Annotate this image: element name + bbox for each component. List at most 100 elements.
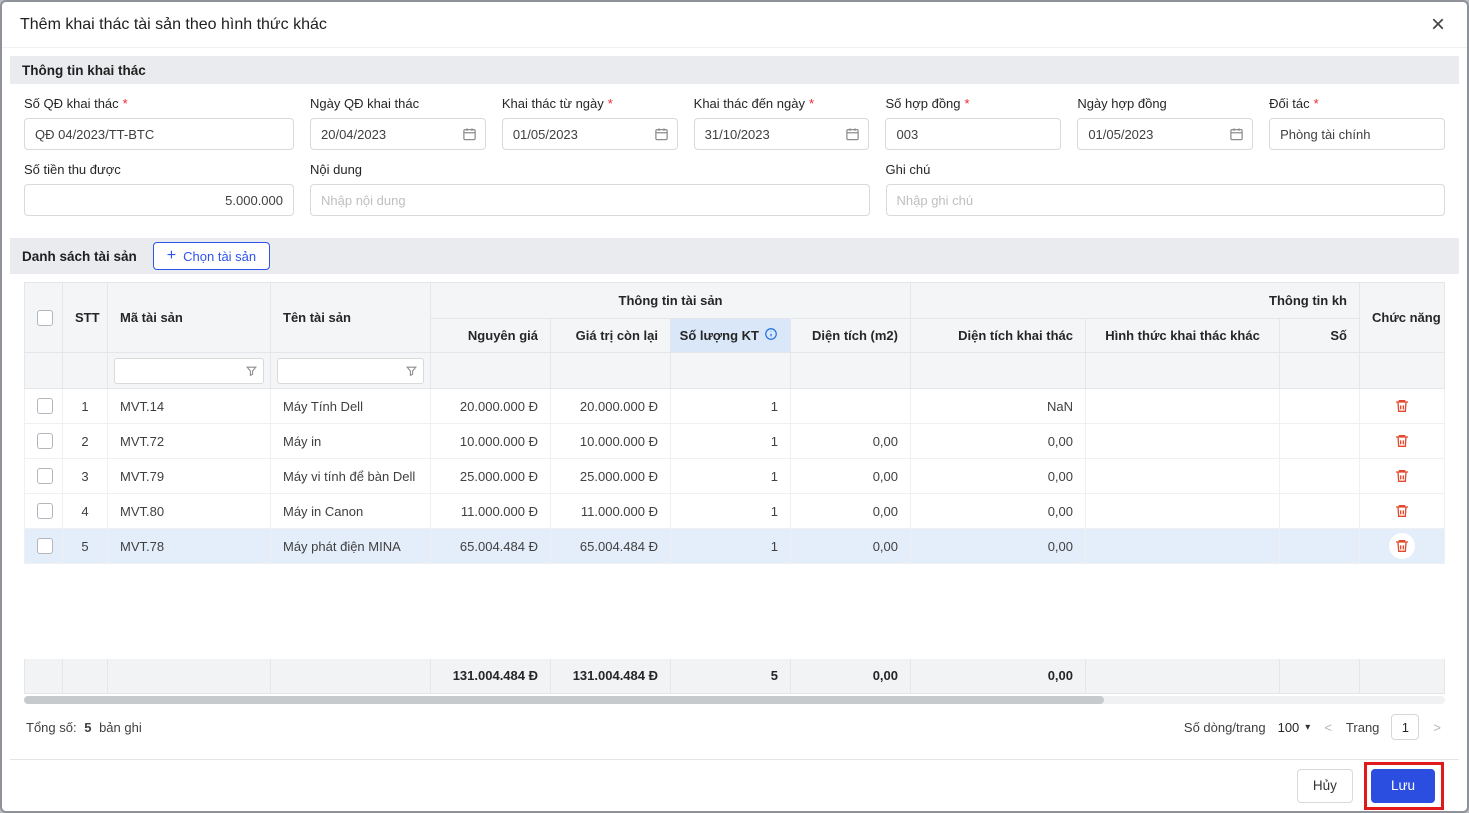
rows-per-page-select[interactable]: 100 ▾ bbox=[1278, 720, 1311, 735]
rows-per-page-label: Số dòng/trang bbox=[1183, 719, 1266, 735]
khai-thac-den-ngay-input[interactable] bbox=[693, 118, 870, 150]
field-label: Ngày QĐ khai thác bbox=[310, 96, 420, 111]
choose-asset-label: Chọn tài sản bbox=[183, 248, 257, 264]
cell-qty: 1 bbox=[670, 388, 791, 424]
cell-name: Máy Tính Dell bbox=[270, 388, 431, 424]
cell-other-form bbox=[1085, 388, 1280, 424]
so-qd-khai-thac-input[interactable] bbox=[24, 118, 294, 150]
info-icon[interactable] bbox=[764, 327, 778, 344]
summary-area: 0,00 bbox=[790, 658, 911, 694]
cell-remaining: 11.000.000 Đ bbox=[550, 493, 671, 529]
section-assets-header: Danh sách tài sản + Chọn tài sản bbox=[10, 238, 1459, 274]
cell-other-form bbox=[1085, 493, 1280, 529]
header-dien-tich-khai-thac: Diện tích khai thác bbox=[910, 318, 1086, 353]
horizontal-scrollbar-thumb[interactable] bbox=[24, 696, 1104, 704]
header-stt: STT bbox=[62, 282, 108, 353]
cell-extra bbox=[1279, 388, 1360, 424]
cell-remaining: 65.004.484 Đ bbox=[550, 528, 671, 564]
row-checkbox[interactable] bbox=[37, 398, 53, 415]
chevron-down-icon: ▾ bbox=[1305, 721, 1311, 733]
cell-exploit-area: 0,00 bbox=[910, 528, 1086, 564]
horizontal-scrollbar-track[interactable] bbox=[24, 696, 1445, 704]
field-label: Nội dung bbox=[310, 162, 363, 177]
group-header-thong-tin-khai-thac: Thông tin kh bbox=[910, 282, 1360, 319]
filter-funnel-icon[interactable] bbox=[245, 364, 258, 377]
field-doi-tac: Đối tác bbox=[1269, 96, 1445, 150]
cell-stt: 4 bbox=[62, 493, 108, 529]
header-ma-tai-san: Mã tài sản bbox=[107, 282, 271, 353]
cell-stt: 5 bbox=[62, 528, 108, 564]
cell-stt: 2 bbox=[62, 423, 108, 459]
cancel-button[interactable]: Hủy bbox=[1296, 768, 1353, 803]
row-checkbox[interactable] bbox=[37, 503, 53, 520]
cell-qty: 1 bbox=[670, 423, 791, 459]
field-label: Số tiền thu được bbox=[24, 162, 121, 177]
doi-tac-input[interactable] bbox=[1269, 118, 1445, 150]
noi-dung-input[interactable] bbox=[310, 184, 870, 216]
modal-footer: Hủy Lưu bbox=[10, 759, 1459, 811]
cell-extra bbox=[1279, 458, 1360, 494]
row-checkbox[interactable] bbox=[37, 433, 53, 450]
cell-cost: 65.004.484 Đ bbox=[430, 528, 551, 564]
filter-ma-tai-san-input[interactable] bbox=[114, 357, 264, 384]
ngay-hop-dong-input[interactable] bbox=[1077, 118, 1254, 150]
filter-ten-tai-san-input[interactable] bbox=[277, 357, 424, 384]
header-so-cut: Số bbox=[1279, 318, 1360, 353]
cell-area: 0,00 bbox=[790, 458, 911, 494]
header-dien-tich: Diện tích (m2) bbox=[790, 318, 911, 353]
field-ghi-chu: Ghi chú bbox=[885, 162, 1445, 216]
header-so-luong-kt-label: Số lượng KT bbox=[679, 328, 759, 343]
so-hop-dong-input[interactable] bbox=[885, 118, 1062, 150]
cell-cost: 10.000.000 Đ bbox=[430, 423, 551, 459]
calendar-icon[interactable] bbox=[462, 127, 477, 142]
calendar-icon[interactable] bbox=[654, 127, 669, 142]
cell-remaining: 10.000.000 Đ bbox=[550, 423, 671, 459]
current-page-box[interactable]: 1 bbox=[1391, 714, 1420, 740]
filter-funnel-icon[interactable] bbox=[405, 364, 418, 377]
calendar-icon[interactable] bbox=[845, 127, 860, 142]
total-records: Tổng số: 5 bản ghi bbox=[26, 720, 142, 735]
plus-icon: + bbox=[166, 247, 177, 264]
cell-qty: 1 bbox=[670, 458, 791, 494]
delete-row-button[interactable] bbox=[1389, 463, 1415, 489]
header-chuc-nang: Chức năng bbox=[1359, 282, 1445, 353]
cell-cost: 11.000.000 Đ bbox=[430, 493, 551, 529]
cell-code: MVT.79 bbox=[107, 458, 271, 494]
form-row-1: Số QĐ khai thác Ngày QĐ khai thác Khai t… bbox=[24, 96, 1445, 150]
next-page-button[interactable]: > bbox=[1431, 720, 1443, 735]
field-ngay-hop-dong: Ngày hợp đồng bbox=[1077, 96, 1254, 150]
choose-asset-button[interactable]: + Chọn tài sản bbox=[152, 242, 271, 270]
required-asterisk bbox=[608, 96, 613, 111]
delete-row-button[interactable] bbox=[1389, 533, 1415, 559]
delete-row-button[interactable] bbox=[1389, 428, 1415, 454]
cell-cost: 20.000.000 Đ bbox=[430, 388, 551, 424]
prev-page-button[interactable]: < bbox=[1322, 720, 1334, 735]
row-checkbox[interactable] bbox=[37, 468, 53, 485]
ngay-qd-khai-thac-input[interactable] bbox=[310, 118, 486, 150]
so-tien-thu-duoc-input[interactable] bbox=[24, 184, 294, 216]
cell-stt: 1 bbox=[62, 388, 108, 424]
summary-exploit-area: 0,00 bbox=[910, 658, 1086, 694]
save-button[interactable]: Lưu bbox=[1370, 768, 1435, 803]
select-all-checkbox[interactable] bbox=[37, 309, 53, 326]
pagination-controls: Số dòng/trang 100 ▾ < Trang 1 > bbox=[1184, 714, 1443, 740]
cell-extra bbox=[1279, 423, 1360, 459]
cell-extra bbox=[1279, 493, 1360, 529]
row-checkbox[interactable] bbox=[37, 538, 53, 555]
ghi-chu-input[interactable] bbox=[885, 184, 1445, 216]
cell-remaining: 25.000.000 Đ bbox=[550, 458, 671, 494]
header-nguyen-gia: Nguyên giá bbox=[430, 318, 551, 353]
field-label: Số hợp đồng bbox=[885, 96, 961, 111]
khai-thac-tu-ngay-input[interactable] bbox=[501, 118, 678, 150]
delete-row-button[interactable] bbox=[1389, 498, 1415, 524]
cell-name: Máy in Canon bbox=[270, 493, 431, 529]
assets-table-area: STT Mã tài sản Tên tài sản Thông tin tài… bbox=[10, 282, 1459, 694]
table-row: 2 MVT.72 Máy in 10.000.000 Đ 10.000.000 … bbox=[24, 423, 1445, 459]
calendar-icon[interactable] bbox=[1229, 127, 1244, 142]
close-icon[interactable]: × bbox=[1431, 12, 1445, 37]
cell-name: Máy vi tính để bàn Dell bbox=[270, 458, 431, 494]
delete-row-button[interactable] bbox=[1389, 393, 1415, 419]
table-row: 4 MVT.80 Máy in Canon 11.000.000 Đ 11.00… bbox=[24, 493, 1445, 529]
cell-remaining: 20.000.000 Đ bbox=[550, 388, 671, 424]
modal-body: Thông tin khai thác Số QĐ khai thác Ngày… bbox=[2, 48, 1467, 811]
